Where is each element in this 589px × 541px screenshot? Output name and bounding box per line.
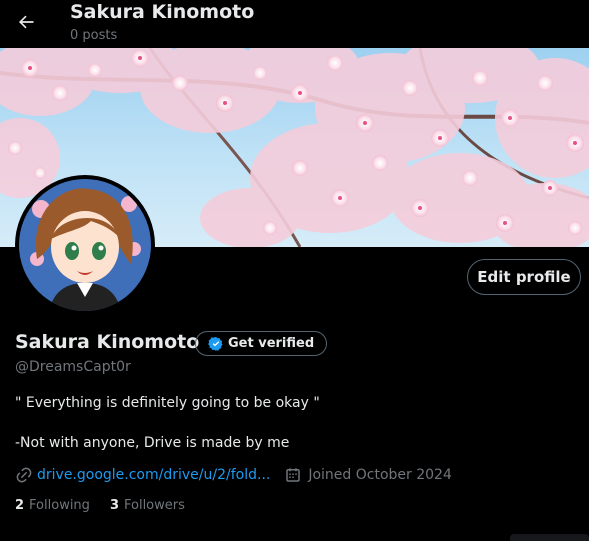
follow-stats: 2 Following 3 Followers bbox=[15, 498, 185, 513]
joined-date: Joined October 2024 bbox=[284, 466, 452, 484]
profile-header-bar: Sakura Kinomoto 0 posts bbox=[0, 0, 589, 48]
edit-profile-button[interactable]: Edit profile bbox=[467, 259, 581, 295]
following-count: 2 bbox=[15, 498, 25, 513]
display-name: Sakura Kinomoto bbox=[15, 331, 200, 353]
post-count: 0 posts bbox=[70, 28, 118, 43]
bio-line: -Not with anyone, Drive is made by me bbox=[15, 435, 290, 451]
get-verified-button[interactable]: Get verified bbox=[195, 331, 328, 356]
link-icon bbox=[16, 467, 32, 483]
verified-badge-icon bbox=[208, 336, 223, 351]
joined-text: Joined October 2024 bbox=[308, 467, 452, 483]
arrow-left-icon bbox=[18, 15, 34, 29]
following-link[interactable]: 2 Following bbox=[15, 498, 90, 513]
header-title: Sakura Kinomoto bbox=[70, 1, 255, 23]
followers-link[interactable]: 3 Followers bbox=[110, 498, 185, 513]
bottom-right-edge bbox=[510, 534, 589, 541]
followers-label: Followers bbox=[123, 498, 185, 513]
username-handle: @DreamsCapt0r bbox=[15, 359, 131, 375]
website-link[interactable]: drive.google.com/drive/u/2/fold... bbox=[37, 467, 270, 483]
following-label: Following bbox=[29, 498, 90, 513]
avatar-image bbox=[19, 179, 151, 311]
avatar[interactable] bbox=[15, 175, 155, 315]
bio-line: " Everything is definitely going to be o… bbox=[15, 395, 320, 411]
profile-meta: drive.google.com/drive/u/2/fold... Joine… bbox=[15, 465, 452, 485]
calendar-icon bbox=[286, 468, 301, 482]
back-button[interactable] bbox=[10, 6, 42, 38]
followers-count: 3 bbox=[109, 498, 119, 513]
get-verified-label: Get verified bbox=[228, 336, 315, 351]
